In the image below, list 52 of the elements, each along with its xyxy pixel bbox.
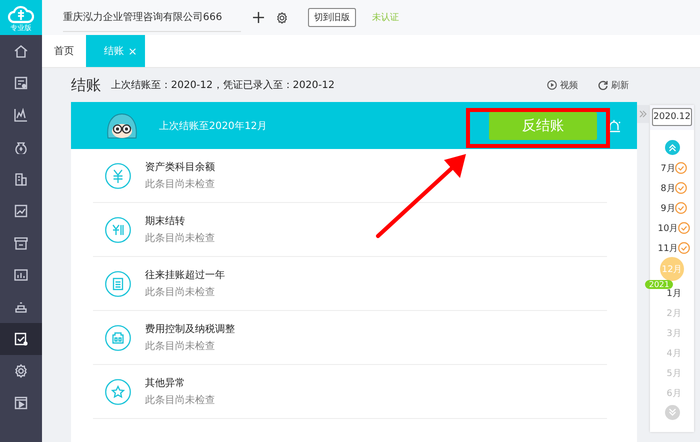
checklist-icon <box>14 332 28 346</box>
refresh-link[interactable]: 刷新 <box>598 78 629 92</box>
briefcase-icon <box>105 324 131 350</box>
check-status: 此条目尚未检查 <box>145 394 215 407</box>
building-icon <box>14 172 28 186</box>
settings-icon[interactable] <box>276 12 288 24</box>
month-item[interactable]: 9月 <box>660 202 676 214</box>
check-title: 资产类科目余额 <box>145 160 215 174</box>
play-icon <box>14 396 28 410</box>
money-bag-icon <box>14 140 28 154</box>
line-chart-icon <box>14 108 28 122</box>
cloud-logo-icon <box>8 4 34 24</box>
check-title: 费用控制及纳税调整 <box>145 322 235 336</box>
sidebar-item[interactable] <box>0 323 42 355</box>
alarm-icon[interactable] <box>607 118 621 132</box>
collapse-handle[interactable] <box>637 105 649 123</box>
check-title: 期末结转 <box>145 214 186 228</box>
refresh-icon <box>598 80 608 90</box>
check-title: 往来挂账超过一年 <box>145 268 225 282</box>
year-badge: 2021 <box>645 280 674 289</box>
check-status: 此条目尚未检查 <box>145 286 216 299</box>
mascot-drawing <box>105 112 139 140</box>
bar-chart-icon <box>14 268 28 282</box>
video-link[interactable]: 视频 <box>547 78 578 92</box>
banner-text: 上次结账至2020年12月 <box>159 120 268 132</box>
company-select[interactable]: 重庆泓力企业管理咨询有限公司666 <box>63 3 241 32</box>
double-chevron-icon <box>639 110 647 118</box>
tab[interactable]: 首页 <box>42 35 86 67</box>
plus-icon[interactable] <box>253 12 264 23</box>
month-item[interactable]: 7月 <box>660 162 676 174</box>
stamp-icon <box>14 300 28 314</box>
page-title: 结账 <box>71 76 101 94</box>
play-icon <box>547 80 557 90</box>
period-field[interactable]: 2020.12 <box>652 108 692 126</box>
month-item[interactable]: 10月 <box>658 222 678 234</box>
month-item[interactable]: 8月 <box>660 182 676 194</box>
check-status: 此条目尚未检查 <box>145 340 216 353</box>
yen-icon <box>105 162 131 188</box>
list-icon <box>105 270 131 296</box>
trend-icon <box>14 204 28 218</box>
switch-version-button[interactable]: 切到旧版 <box>308 8 356 27</box>
month-item[interactable]: 1月 <box>666 286 682 300</box>
closing-summary: 上次结账至：2020-12，凭证已录入至：2020-12 <box>111 78 335 92</box>
settings-icon <box>14 364 28 378</box>
check-title: 其他异常 <box>145 376 186 390</box>
month-item[interactable]: 11月 <box>658 242 678 254</box>
ledger-icon <box>105 216 131 242</box>
check-status: 此条目尚未检查 <box>145 232 215 245</box>
home-icon <box>14 44 28 58</box>
document-icon <box>14 76 28 90</box>
archive-icon <box>14 236 28 250</box>
check-status: 此条目尚未检查 <box>145 178 215 191</box>
